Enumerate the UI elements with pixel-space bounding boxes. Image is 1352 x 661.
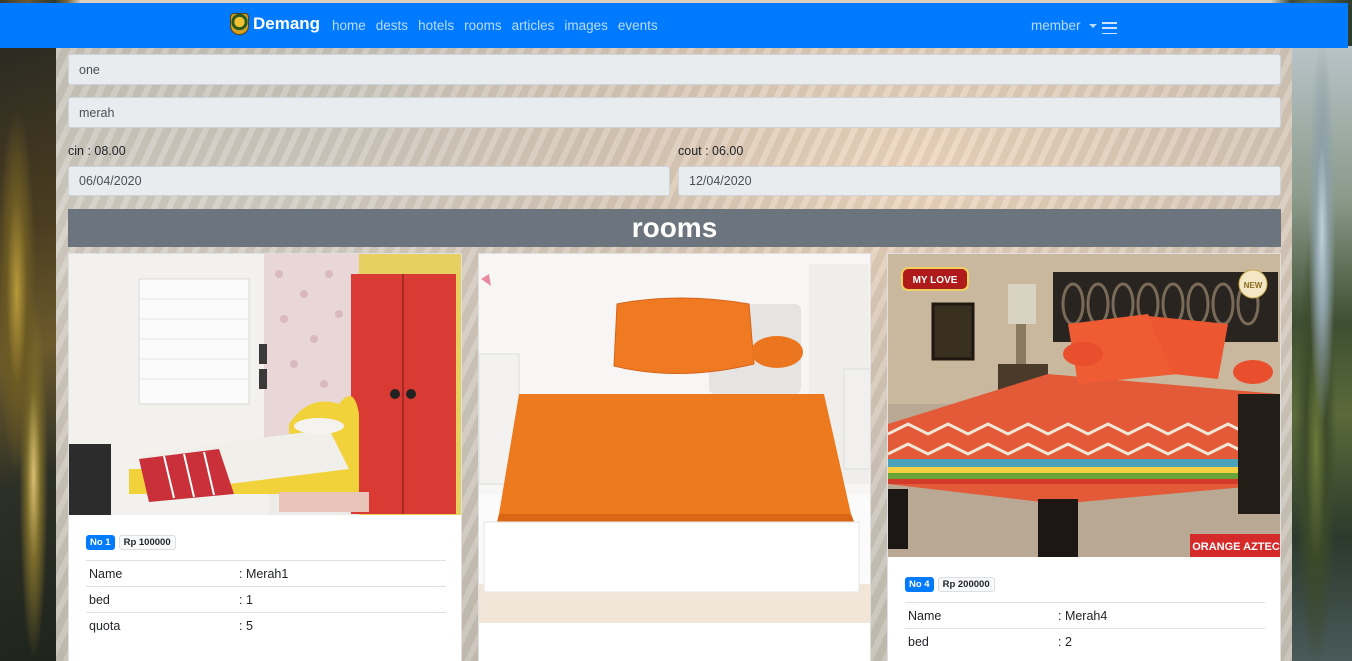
product-label: ORANGE AZTEC [1192, 541, 1280, 553]
nav-link-dests[interactable]: dests [376, 18, 408, 33]
nav-link-home[interactable]: home [332, 18, 366, 33]
nav-link-events[interactable]: events [618, 18, 658, 33]
checkout-date-field[interactable]: 12/04/2020 [678, 166, 1281, 196]
room-photo [479, 254, 870, 623]
brand-name: Demang [253, 14, 321, 33]
rooms-heading: rooms [68, 209, 1281, 247]
hamburger-menu-icon[interactable] [1102, 22, 1117, 34]
room-number-badge: No 1 [86, 535, 115, 550]
member-label: member [1031, 18, 1081, 33]
room-photo: ORANGE AZTEC MY LOVE NEW [888, 254, 1280, 557]
background-right [1292, 46, 1352, 661]
room-field-merah[interactable]: merah [68, 97, 1281, 128]
nav-link-images[interactable]: images [564, 18, 608, 33]
room-card[interactable]: No 1 Rp 100000 Name: Merah1 bed: 1 quota… [68, 253, 462, 661]
room-info-table: Name: Merah1 bed: 1 quota: 5 [86, 560, 446, 639]
brand-mark: MY LOVE [913, 275, 958, 286]
top-navbar: Demang home dests hotels rooms articles … [0, 3, 1348, 48]
room-badges: No 1 Rp 100000 [86, 535, 176, 550]
room-badges: No 4 Rp 200000 [905, 577, 995, 592]
room-info-table: Name: Merah4 bed: 2 [905, 602, 1265, 655]
room-price-badge: Rp 100000 [118, 535, 176, 550]
caret-down-icon [1088, 23, 1097, 28]
nav-links: home dests hotels rooms articles images … [332, 18, 658, 33]
table-row: bed: 1 [86, 586, 446, 613]
background-left [0, 46, 56, 661]
nav-link-rooms[interactable]: rooms [464, 18, 502, 33]
table-row: Name: Merah1 [86, 560, 446, 587]
checkout-time-label: cout : 06.00 [678, 144, 744, 158]
room-photo [69, 254, 461, 515]
nav-link-articles[interactable]: articles [512, 18, 555, 33]
brand[interactable]: Demang [230, 13, 320, 35]
room-card[interactable] [478, 253, 871, 661]
checkin-date-field[interactable]: 06/04/2020 [68, 166, 670, 196]
new-mark: NEW [1244, 281, 1263, 290]
room-number-badge: No 4 [905, 577, 934, 592]
checkin-time-label: cin : 08.00 [68, 144, 126, 158]
table-row: quota: 5 [86, 612, 446, 639]
room-price-badge: Rp 200000 [937, 577, 995, 592]
crest-logo-icon [230, 13, 249, 35]
member-dropdown[interactable]: member [1031, 18, 1097, 33]
table-row: Name: Merah4 [905, 602, 1265, 629]
table-row: bed: 2 [905, 628, 1265, 655]
room-field-one[interactable]: one [68, 54, 1281, 85]
nav-link-hotels[interactable]: hotels [418, 18, 454, 33]
room-card[interactable]: ORANGE AZTEC MY LOVE NEW No 4 Rp 200000 … [887, 253, 1281, 661]
